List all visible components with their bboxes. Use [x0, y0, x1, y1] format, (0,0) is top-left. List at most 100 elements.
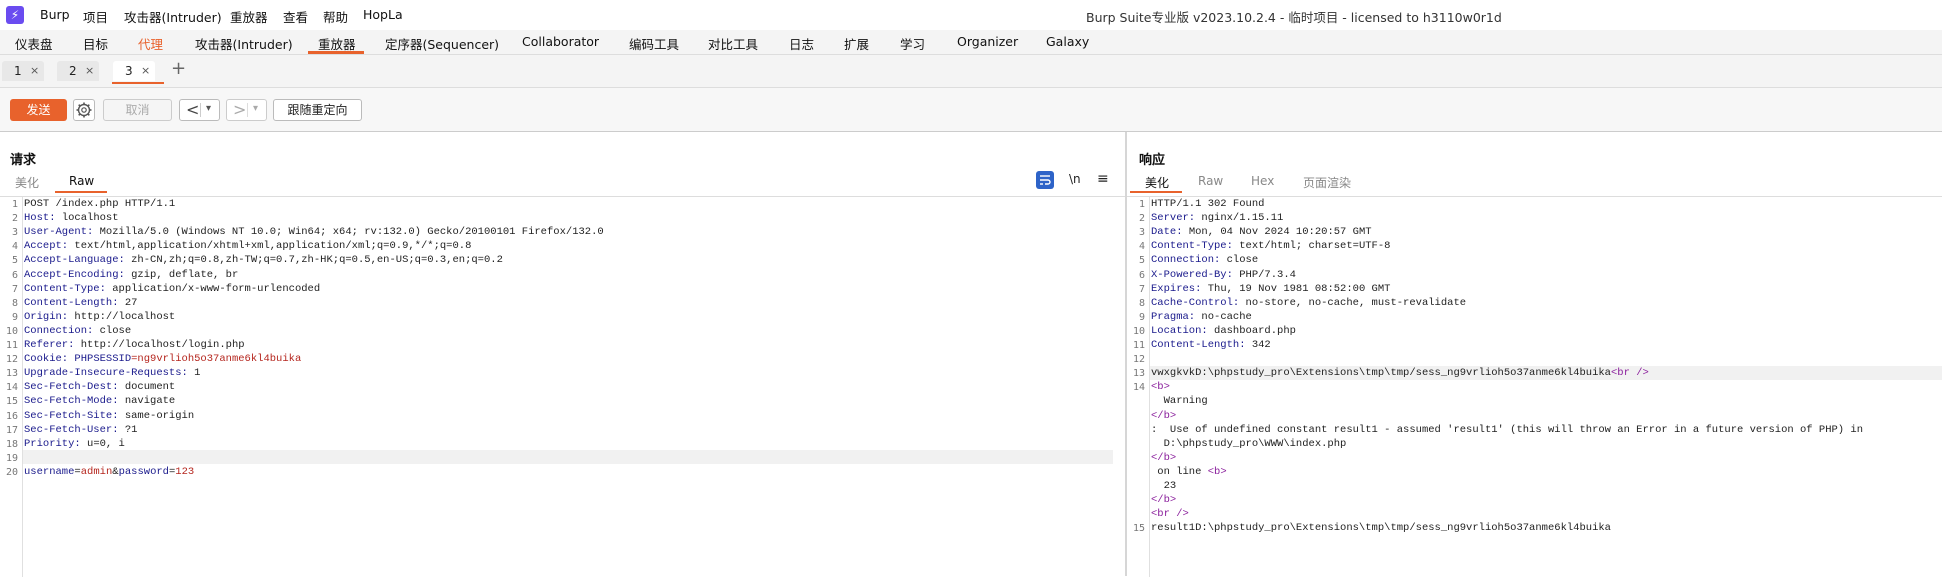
- response-line: result1D:\phpstudy_pro\Extensions\tmp\tm…: [1151, 522, 1611, 534]
- tab-logger[interactable]: 日志: [789, 34, 814, 53]
- header-name: Priority:: [24, 437, 81, 450]
- line-number: 10: [5, 325, 18, 337]
- request-line: Connection: close: [24, 325, 131, 337]
- repeater-tab-1[interactable]: 1 ×: [2, 61, 44, 81]
- active-tab-indicator: [308, 51, 364, 54]
- editor-menu-icon[interactable]: ≡: [1097, 171, 1109, 187]
- response-line: </b>: [1151, 410, 1176, 422]
- header-name: Cache-Control:: [1151, 296, 1240, 309]
- line-number: 14: [1132, 382, 1145, 394]
- response-pane: 响应 美化 Raw Hex 页面渲染 1 HTTP/1.1 302 Found 2 S…: [1127, 132, 1942, 577]
- chevron-down-icon[interactable]: ▾: [206, 103, 211, 114]
- close-icon[interactable]: ×: [141, 64, 150, 77]
- response-line: <b>: [1151, 381, 1170, 393]
- request-line: Content-Length: 27: [24, 297, 137, 309]
- tab-dashboard[interactable]: 仪表盘: [15, 34, 53, 53]
- show-newlines-button[interactable]: \n: [1069, 172, 1081, 186]
- tab-comparer[interactable]: 对比工具: [708, 34, 758, 53]
- cookie-name: PHPSESSID: [68, 353, 132, 366]
- send-button[interactable]: 发送: [10, 99, 67, 121]
- follow-redirect-button[interactable]: 跟随重定向: [273, 99, 362, 121]
- html-tag: </b>: [1151, 494, 1177, 507]
- menu-intruder[interactable]: 攻击器(Intruder): [124, 7, 222, 26]
- line-number: 13: [5, 368, 18, 380]
- burp-logo-icon: ⚡: [6, 6, 24, 24]
- close-icon[interactable]: ×: [30, 64, 39, 77]
- response-subtab-raw[interactable]: Raw: [1198, 174, 1223, 188]
- request-subtab-indicator: [55, 191, 107, 193]
- request-pane: 请求 美化 Raw 1 POST /index.php HTTP/1.1 2 Host…: [0, 132, 1125, 577]
- param-value: admin: [80, 465, 113, 478]
- response-line: Cache-Control: no-store, no-cache, must-…: [1151, 297, 1466, 309]
- header-name: Upgrade-Insecure-Requests:: [24, 367, 188, 380]
- response-subtab-pretty[interactable]: 美化: [1145, 174, 1169, 191]
- request-subtab-raw[interactable]: Raw: [69, 174, 94, 188]
- header-name: Date:: [1151, 226, 1183, 239]
- header-name: Location:: [1151, 324, 1208, 337]
- param-name: username: [24, 465, 75, 478]
- menu-burp[interactable]: Burp: [40, 7, 70, 22]
- line-text: Warning: [1151, 395, 1208, 408]
- wrap-lines-icon: [1040, 175, 1051, 185]
- line-text: D:\phpstudy_pro\WWW\index.php: [1151, 437, 1347, 450]
- header-name: Content-Length:: [1151, 339, 1246, 351]
- line-text: result1D:\phpstudy_pro\Extensions\tmp\tm…: [1151, 522, 1611, 535]
- header-value: localhost: [55, 212, 119, 225]
- line-number: 9: [11, 311, 18, 323]
- menu-hopla[interactable]: HopLa: [363, 7, 403, 22]
- response-line: Expires: Thu, 19 Nov 1981 08:52:00 GMT: [1151, 283, 1390, 295]
- line-number: 10: [1132, 325, 1145, 337]
- response-line: 23: [1151, 480, 1177, 492]
- tab-collaborator[interactable]: Collaborator: [522, 34, 599, 49]
- header-name: Accept-Language:: [24, 254, 125, 267]
- tab-proxy[interactable]: 代理: [138, 34, 163, 53]
- header-value: Mozilla/5.0 (Windows NT 10.0; Win64; x64…: [93, 226, 604, 239]
- tab-extensions[interactable]: 扩展: [844, 34, 869, 53]
- forward-button[interactable]: > ▾: [226, 99, 267, 121]
- header-name: Expires:: [1151, 282, 1202, 295]
- tab-decoder[interactable]: 编码工具: [629, 34, 679, 53]
- request-line: Sec-Fetch-Dest: document: [24, 381, 175, 393]
- tab-organizer[interactable]: Organizer: [957, 34, 1018, 49]
- forward-arrow-icon: >: [233, 100, 247, 119]
- line-number: 12: [5, 354, 18, 366]
- repeater-tab-label: 3: [125, 64, 133, 78]
- tab-galaxy[interactable]: Galaxy: [1046, 34, 1089, 49]
- add-tab-icon[interactable]: +: [171, 58, 186, 79]
- response-subtab-hex[interactable]: Hex: [1251, 174, 1274, 188]
- header-name: Server:: [1151, 212, 1196, 225]
- repeater-tab-label: 2: [69, 64, 77, 78]
- header-name: X-Powered-By:: [1151, 268, 1233, 281]
- tab-target[interactable]: 目标: [83, 34, 108, 53]
- menu-project[interactable]: 项目: [83, 7, 108, 26]
- tab-intruder[interactable]: 攻击器(Intruder): [195, 34, 293, 53]
- menu-repeater[interactable]: 重放器: [230, 7, 268, 26]
- request-line: Referer: http://localhost/login.php: [24, 339, 245, 351]
- repeater-tab-3[interactable]: 3 ×: [113, 61, 155, 81]
- close-icon[interactable]: ×: [85, 64, 94, 77]
- header-value: no-store, no-cache, must-revalidate: [1239, 296, 1467, 309]
- tab-sequencer[interactable]: 定序器(Sequencer): [385, 34, 499, 53]
- header-name: Connection:: [1151, 254, 1221, 267]
- request-subtab-pretty[interactable]: 美化: [15, 174, 39, 191]
- response-line: HTTP/1.1 302 Found: [1151, 198, 1264, 210]
- request-editor[interactable]: 1 POST /index.php HTTP/1.1 2 Host: localhos…: [0, 196, 1125, 577]
- menu-help[interactable]: 帮助: [323, 7, 348, 26]
- chevron-down-icon[interactable]: ▾: [253, 103, 258, 114]
- menu-view[interactable]: 查看: [283, 7, 308, 26]
- repeater-tab-2[interactable]: 2 ×: [57, 61, 99, 81]
- back-button[interactable]: < ▾: [179, 99, 220, 121]
- cancel-button[interactable]: 取消: [103, 99, 172, 121]
- response-line: Date: Mon, 04 Nov 2024 10:20:57 GMT: [1151, 226, 1372, 238]
- response-line: vwxgkvkD:\phpstudy_pro\Extensions\tmp\tm…: [1151, 367, 1649, 379]
- html-tag: <b>: [1151, 381, 1170, 394]
- header-name: Accept:: [24, 240, 69, 253]
- word-wrap-icon[interactable]: [1036, 171, 1054, 189]
- settings-button[interactable]: [73, 99, 95, 121]
- response-subtab-render[interactable]: 页面渲染: [1303, 174, 1351, 191]
- tab-learn[interactable]: 学习: [900, 34, 925, 53]
- header-name: Referer:: [24, 339, 75, 351]
- response-line: Pragma: no-cache: [1151, 311, 1252, 323]
- header-name: Sec-Fetch-Site:: [24, 409, 119, 422]
- response-editor[interactable]: 1 HTTP/1.1 302 Found 2 Server: nginx/1.15.1…: [1127, 196, 1942, 577]
